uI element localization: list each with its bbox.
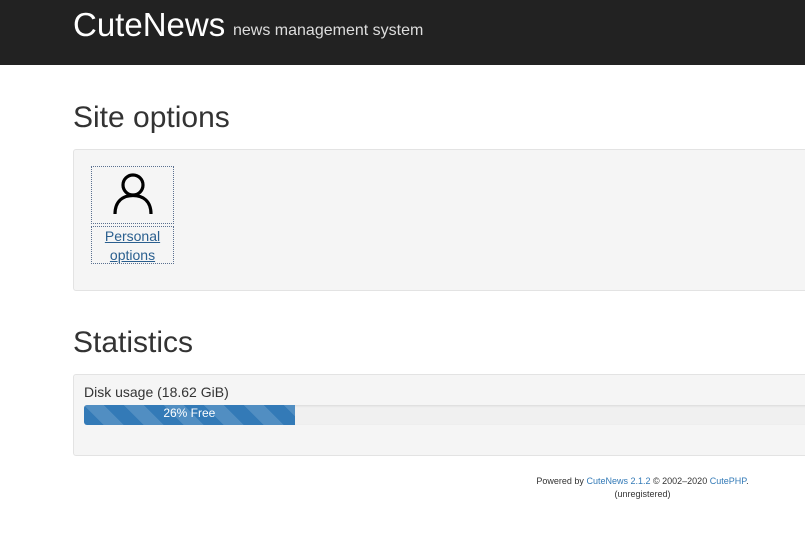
user-icon [112,171,154,220]
brand-subtitle: news management system [233,22,424,39]
cutenews-version-link[interactable]: CuteNews 2.1.2 [586,476,650,486]
statistics-title: Statistics [73,326,194,359]
footer-line1: Powered by CuteNews 2.1.2 © 2002–2020 Cu… [480,475,805,488]
footer-copyright: © 2002–2020 [653,476,708,486]
personal-options-icon-box[interactable] [91,166,174,224]
personal-options-label-line2: options [109,247,156,263]
cutephp-link[interactable]: CutePHP [710,476,746,486]
statistics-panel: Disk usage (18.62 GiB) 26% Free [73,374,805,456]
disk-usage-progress-bar: 26% Free [84,405,295,425]
disk-usage-label: Disk usage (18.62 GiB) [84,384,229,400]
footer-powered-by: Powered by [536,476,584,486]
personal-options-label-line1: Personal [104,228,161,244]
footer: Powered by CuteNews 2.1.2 © 2002–2020 Cu… [480,475,805,501]
top-navbar: CuteNews news management system [0,0,805,65]
brand-link[interactable]: CuteNews [73,6,225,44]
registration-status: (unregistered) [614,489,671,499]
disk-usage-progress: 26% Free [84,405,805,425]
footer-period: . [746,476,749,486]
site-options-panel: Personal options [73,149,805,291]
personal-options-tile[interactable]: Personal options [91,166,174,264]
personal-options-link[interactable]: Personal options [91,226,174,264]
site-options-title: Site options [73,101,230,134]
